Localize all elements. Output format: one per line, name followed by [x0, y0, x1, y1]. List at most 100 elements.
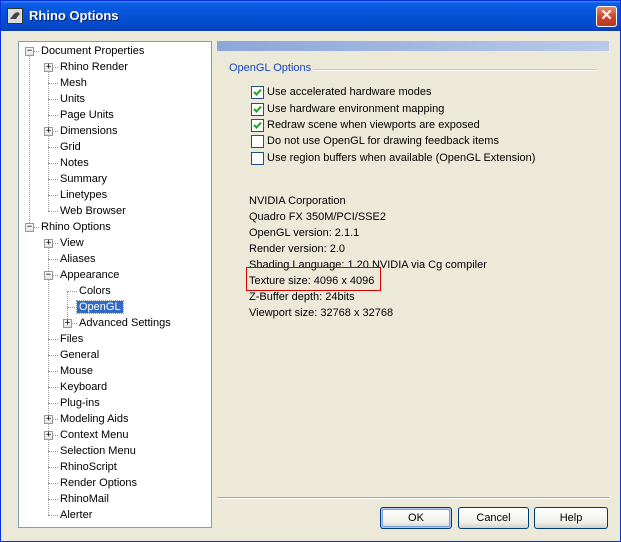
tree-connector: [67, 291, 68, 307]
tree-item-view[interactable]: View: [58, 235, 86, 251]
tree-connector: [48, 275, 49, 339]
tree-connector: [48, 451, 49, 467]
tree-connector: [48, 451, 58, 452]
tree-item-aliases[interactable]: Aliases: [58, 251, 97, 267]
checkbox[interactable]: [251, 135, 264, 148]
checkmark-icon: [253, 121, 262, 129]
tree-item-rhinoscript[interactable]: RhinoScript: [58, 459, 119, 475]
tree-item-context-menu[interactable]: Context Menu: [58, 427, 130, 443]
tree-connector: [48, 499, 58, 500]
tree-connector: [48, 371, 58, 372]
tree-item-label: Render Options: [60, 477, 138, 489]
tree-item-web-browser[interactable]: Web Browser: [58, 203, 128, 219]
tree-item-keyboard[interactable]: Keyboard: [58, 379, 109, 395]
cancel-button[interactable]: Cancel: [458, 507, 529, 529]
tree-connector: [48, 355, 58, 356]
collapse-icon[interactable]: −: [25, 223, 34, 232]
tree-item-units[interactable]: Units: [58, 91, 87, 107]
tree-item-grid[interactable]: Grid: [58, 139, 83, 155]
tree-item-render-options[interactable]: Render Options: [58, 475, 139, 491]
tree-item-appearance[interactable]: Appearance: [58, 267, 121, 283]
tree-connector: [48, 499, 49, 515]
expand-icon[interactable]: +: [44, 431, 53, 440]
tree-connector: [48, 371, 49, 387]
tree-item-rhinomail[interactable]: RhinoMail: [58, 491, 111, 507]
tree-item-mouse[interactable]: Mouse: [58, 363, 95, 379]
tree-item-plug-ins[interactable]: Plug-ins: [58, 395, 102, 411]
driver-info-line: NVIDIA Corporation: [249, 195, 346, 207]
tree-connector: [48, 115, 58, 116]
tree-item-label: Web Browser: [60, 205, 126, 217]
tree-item-label: Aliases: [60, 253, 96, 265]
expand-icon[interactable]: +: [44, 415, 53, 424]
tree-item-label: Dimensions: [60, 125, 118, 137]
tree-item-label: Units: [60, 93, 86, 105]
tree-item-label: Rhino Render: [60, 61, 128, 73]
tree-item-label: Modeling Aids: [60, 413, 129, 425]
driver-info-line: Quadro FX 350M/PCI/SSE2: [249, 211, 386, 223]
checkbox[interactable]: [251, 86, 264, 99]
tree-connector: [48, 179, 58, 180]
checkbox[interactable]: [251, 119, 264, 132]
tree-connector: [48, 195, 58, 196]
tree-item-selection-menu[interactable]: Selection Menu: [58, 443, 138, 459]
collapse-icon[interactable]: −: [25, 47, 34, 56]
tree-connector: [48, 211, 58, 212]
tree-connector: [67, 291, 77, 292]
expand-icon[interactable]: +: [44, 239, 53, 248]
checkbox[interactable]: [251, 152, 264, 165]
tree-item-notes[interactable]: Notes: [58, 155, 91, 171]
tree-connector: [48, 163, 58, 164]
tree-item-label: OpenGL: [76, 300, 124, 314]
ok-button[interactable]: OK: [380, 507, 452, 529]
tree-item-label: Document Properties: [41, 45, 145, 57]
tree-item-general[interactable]: General: [58, 347, 101, 363]
tree-item-modeling-aids[interactable]: Modeling Aids: [58, 411, 131, 427]
tree-item-label: Plug-ins: [60, 397, 100, 409]
expand-icon[interactable]: +: [63, 319, 72, 328]
options-tree[interactable]: − Document Properties + Rhino Render Mesh Uni…: [18, 41, 212, 528]
tree-item-rhino-options[interactable]: Rhino Options: [39, 219, 113, 235]
tree-item-summary[interactable]: Summary: [58, 171, 109, 187]
title-bar[interactable]: Rhino Options ✕: [1, 1, 620, 31]
tree-item-label: General: [60, 349, 100, 361]
tree-connector: [48, 387, 49, 403]
tree-item-opengl[interactable]: OpenGL: [76, 299, 124, 315]
tree-connector: [48, 403, 58, 404]
tree-item-advanced-settings[interactable]: Advanced Settings: [77, 315, 173, 331]
checkbox-label: Redraw scene when viewports are exposed: [267, 119, 480, 131]
tree-item-label: Files: [60, 333, 84, 345]
tree-item-colors[interactable]: Colors: [77, 283, 113, 299]
tree-connector: [48, 99, 58, 100]
rhino-options-dialog: Rhino Options ✕ − Document Properties + Rhi…: [0, 0, 621, 542]
expand-icon[interactable]: +: [44, 127, 53, 136]
section-title: OpenGL Options: [229, 62, 312, 74]
tree-connector: [67, 307, 77, 308]
tree-connector: [48, 387, 58, 388]
tree-connector: [48, 259, 58, 260]
tree-connector: [48, 467, 58, 468]
tree-item-label: Rhino Options: [41, 221, 111, 233]
tree-connector: [48, 163, 49, 179]
expand-icon[interactable]: +: [44, 63, 53, 72]
checkbox[interactable]: [251, 103, 264, 116]
tree-item-label: RhinoMail: [60, 493, 109, 505]
collapse-icon[interactable]: −: [44, 271, 53, 280]
close-button[interactable]: ✕: [596, 6, 617, 27]
tree-item-document-properties[interactable]: Document Properties: [39, 43, 146, 59]
tree-item-mesh[interactable]: Mesh: [58, 75, 89, 91]
tree-item-page-units[interactable]: Page Units: [58, 107, 116, 123]
tree-item-alerter[interactable]: Alerter: [58, 507, 94, 523]
tree-item-label: Appearance: [60, 269, 120, 281]
help-button[interactable]: Help: [534, 507, 608, 529]
tree-item-linetypes[interactable]: Linetypes: [58, 187, 109, 203]
tree-connector: [48, 83, 58, 84]
checkbox-label: Use hardware environment mapping: [267, 103, 445, 115]
driver-info-line: Viewport size: 32768 x 32768: [249, 307, 394, 319]
tree-item-dimensions[interactable]: Dimensions: [58, 123, 119, 139]
tree-item-files[interactable]: Files: [58, 331, 85, 347]
tree-item-rhino-render[interactable]: Rhino Render: [58, 59, 130, 75]
driver-info-line: OpenGL version: 2.1.1: [249, 227, 360, 239]
tree-item-label: Mesh: [60, 77, 87, 89]
checkmark-icon: [253, 105, 262, 113]
